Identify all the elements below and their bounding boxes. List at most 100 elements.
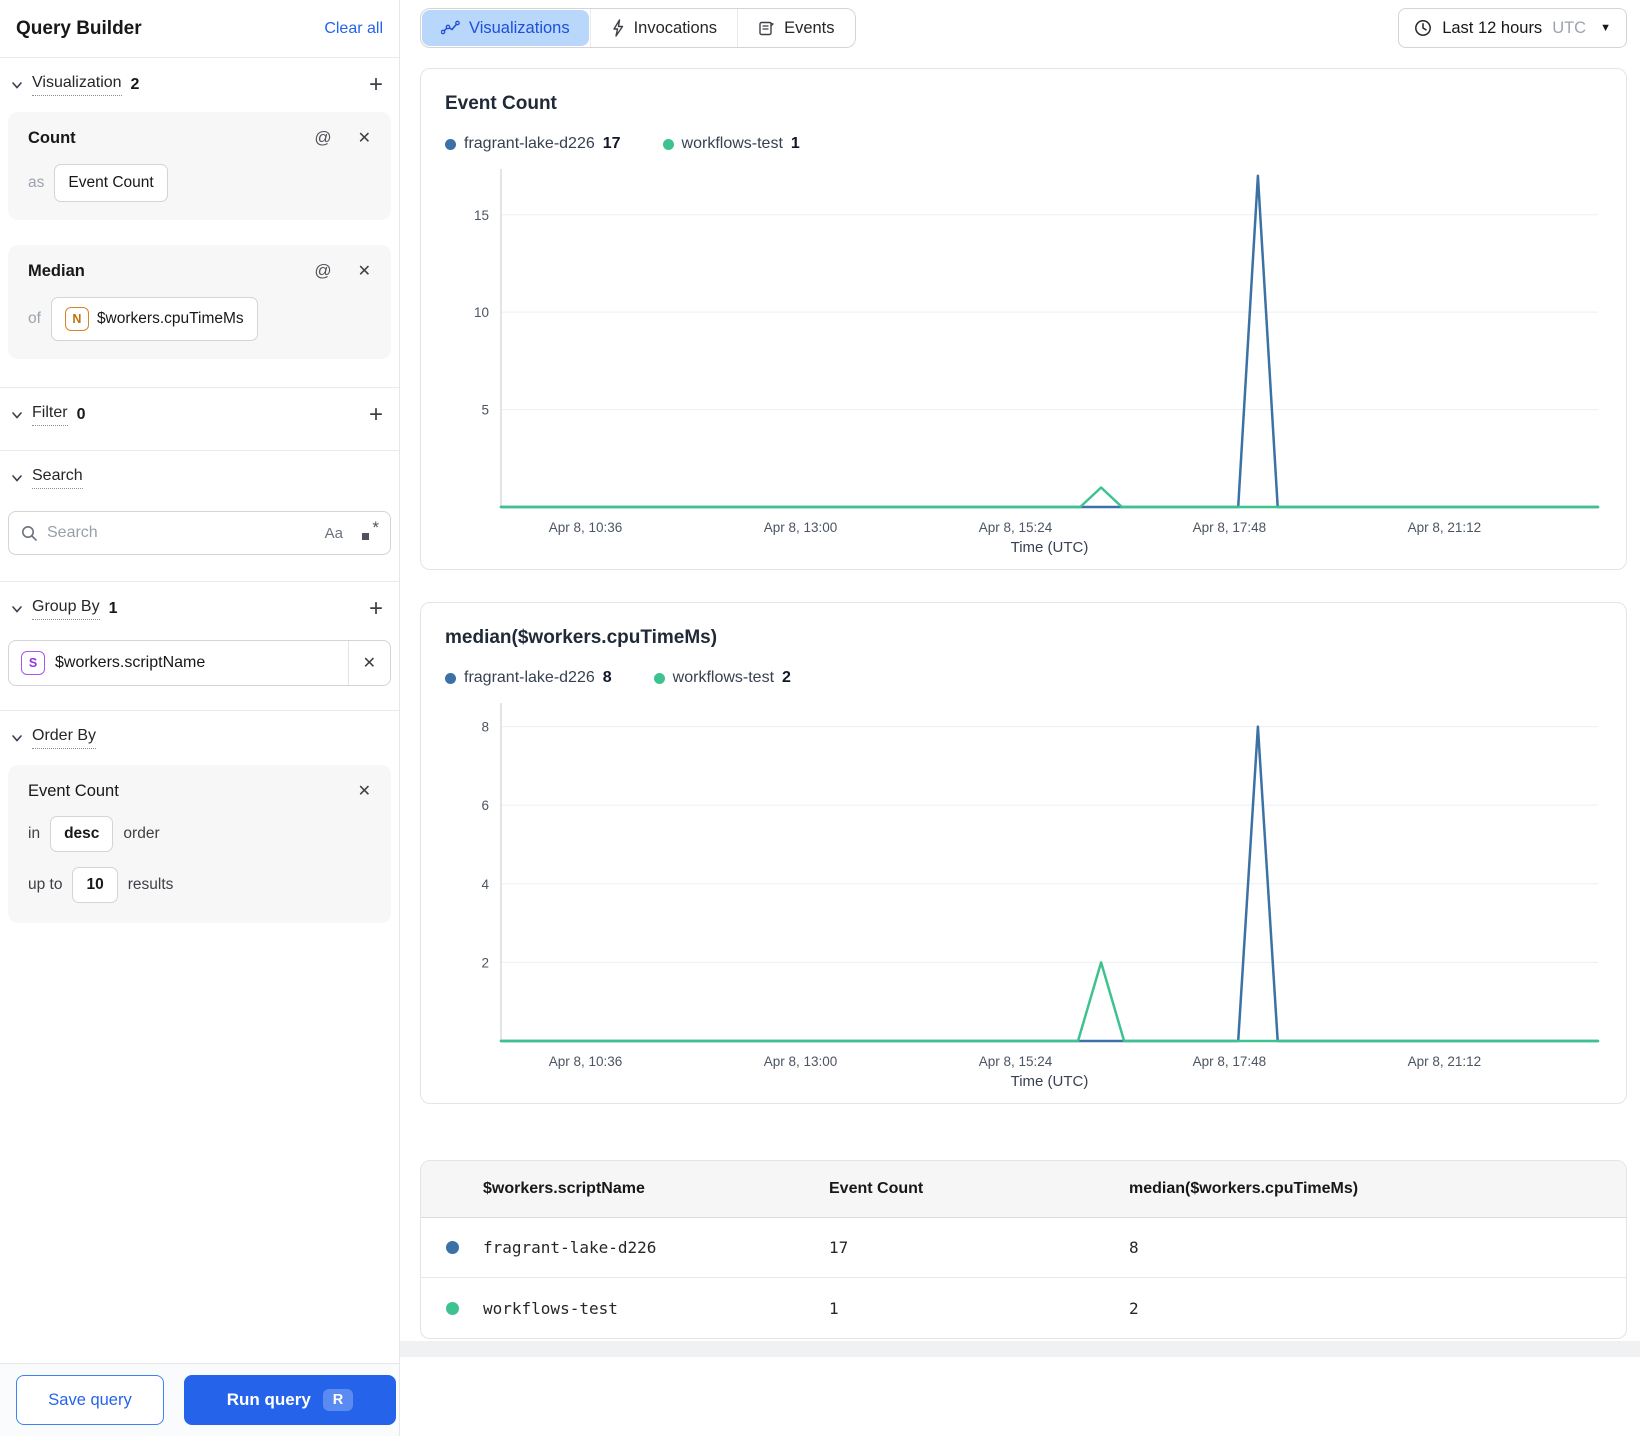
legend-series-value: 2 — [782, 669, 791, 686]
svg-text:Apr 8, 13:00: Apr 8, 13:00 — [764, 520, 838, 535]
order-direction-select[interactable]: desc — [50, 816, 114, 852]
add-filter-button[interactable]: + — [369, 403, 383, 427]
add-group-by-button[interactable]: + — [369, 597, 383, 621]
at-icon[interactable]: @ — [314, 261, 331, 281]
limit-input[interactable]: 10 — [72, 867, 118, 903]
of-label: of — [28, 310, 41, 327]
svg-text:Apr 8, 17:48: Apr 8, 17:48 — [1193, 1054, 1267, 1069]
page-title: Query Builder — [16, 17, 142, 39]
group-by-field[interactable]: S $workers.scriptName ✕ — [8, 640, 391, 686]
svg-text:Apr 8, 21:12: Apr 8, 21:12 — [1408, 1054, 1482, 1069]
visualization-label: Visualization — [32, 74, 122, 96]
section-group-by: Group By 1 + — [0, 582, 399, 630]
legend-series-value: 8 — [602, 669, 612, 686]
order-by-field: Event Count — [28, 781, 119, 800]
median-field-selector[interactable]: N $workers.cpuTimeMs — [50, 297, 258, 341]
save-query-button[interactable]: Save query — [16, 1375, 164, 1425]
column-header: $workers.scriptName — [483, 1180, 645, 1197]
event-count-chart[interactable]: 5 10 15 Apr 8, 10:36 Apr 8, 13:00 Apr 8, 15:2… — [445, 159, 1602, 559]
remove-median-icon[interactable]: ✕ — [358, 261, 371, 281]
remove-count-icon[interactable]: ✕ — [358, 128, 371, 148]
string-type-icon: S — [21, 651, 45, 675]
series-dot — [445, 138, 456, 150]
script-name-cell: workflows-test — [483, 1298, 618, 1318]
chevron-down-icon[interactable] — [10, 408, 24, 422]
svg-text:2: 2 — [481, 955, 489, 970]
svg-text:5: 5 — [481, 403, 489, 418]
legend-item[interactable]: workflows-test 1 — [662, 135, 800, 153]
add-visualization-button[interactable]: + — [369, 73, 383, 97]
tab-invocations[interactable]: Invocations — [589, 9, 738, 47]
page-bottom-strip — [400, 1341, 1640, 1357]
table-row[interactable]: fragrant-lake-d226 17 8 — [421, 1218, 1626, 1278]
svg-text:Apr 8, 10:36: Apr 8, 10:36 — [549, 520, 623, 535]
query-builder-sidebar: Query Builder Clear all Visualization 2 … — [0, 0, 400, 1436]
event-count-chart-card: Event Count fragrant-lake-d226 17 workfl… — [420, 68, 1627, 570]
tab-invocations-label: Invocations — [633, 18, 718, 37]
svg-text:Apr 8, 17:48: Apr 8, 17:48 — [1193, 520, 1267, 535]
match-case-icon[interactable]: Aa — [325, 525, 343, 542]
event-count-cell: 1 — [829, 1298, 839, 1318]
tab-visualizations[interactable]: Visualizations — [422, 10, 589, 46]
upto-label: up to — [28, 876, 63, 893]
chevron-down-icon[interactable] — [10, 78, 24, 92]
svg-text:Apr 8, 15:24: Apr 8, 15:24 — [979, 1054, 1053, 1069]
search-label: Search — [32, 467, 83, 489]
section-filter: Filter 0 + — [0, 388, 399, 436]
remove-order-by-icon[interactable]: ✕ — [358, 781, 371, 801]
sidebar-header: Query Builder Clear all — [0, 0, 399, 58]
count-alias-field[interactable]: Event Count — [54, 164, 168, 202]
group-by-field-value: $workers.scriptName — [55, 654, 206, 671]
run-query-label: Run query — [226, 1390, 311, 1409]
tab-events[interactable]: Events — [737, 9, 855, 47]
series-dot — [445, 672, 456, 684]
script-name-cell: fragrant-lake-d226 — [483, 1238, 657, 1257]
section-visualization: Visualization 2 + — [0, 58, 399, 106]
legend-item[interactable]: workflows-test 2 — [653, 669, 791, 687]
legend-item[interactable]: fragrant-lake-d226 8 — [445, 669, 612, 687]
chevron-down-icon[interactable] — [10, 471, 24, 485]
clear-all-link[interactable]: Clear all — [324, 20, 383, 38]
median-field-value: $workers.cpuTimeMs — [96, 310, 244, 327]
chart-title: Event Count — [445, 93, 557, 114]
remove-group-by-icon[interactable]: ✕ — [363, 653, 376, 673]
sidebar-actions: Save query Run query R — [0, 1363, 399, 1436]
legend-series-value: 1 — [790, 135, 800, 152]
time-range-dropdown[interactable]: Last 12 hours UTC ▼ — [1398, 8, 1627, 48]
regex-icon[interactable]: * — [362, 518, 379, 541]
chevron-down-icon[interactable] — [10, 602, 24, 616]
line-chart-icon — [441, 20, 460, 35]
median-chart-card: median($workers.cpuTimeMs) fragrant-lake… — [420, 602, 1627, 1104]
in-label: in — [28, 825, 41, 842]
legend-item[interactable]: fragrant-lake-d226 17 — [445, 135, 621, 153]
svg-text:Apr 8, 15:24: Apr 8, 15:24 — [979, 520, 1053, 535]
median-visualization-card: Median @ ✕ of N $workers.cpuTimeMs — [8, 245, 391, 359]
clock-icon — [1415, 20, 1432, 36]
group-by-count: 1 — [108, 600, 118, 617]
results-table: $workers.scriptName Event Count median($… — [420, 1160, 1627, 1339]
chevron-down-icon[interactable] — [10, 731, 24, 745]
at-icon[interactable]: @ — [314, 128, 331, 148]
app-root: Query Builder Clear all Visualization 2 … — [0, 0, 1640, 1436]
caret-down-icon: ▼ — [1600, 22, 1611, 34]
series-dot — [445, 1301, 459, 1315]
events-icon — [759, 21, 775, 35]
series-dot — [662, 138, 674, 150]
run-query-button[interactable]: Run query R — [184, 1375, 396, 1425]
median-chart[interactable]: 2 4 6 8 Apr 8, 10:36 Apr 8, 13:00 Apr 8, 15:24… — [445, 693, 1602, 1093]
run-shortcut-badge: R — [322, 1389, 354, 1411]
series-dot — [445, 1241, 459, 1254]
median-cell: 2 — [1129, 1298, 1139, 1318]
chart-legend: fragrant-lake-d226 17 workflows-test 1 — [445, 135, 1602, 153]
svg-text:8: 8 — [481, 720, 489, 735]
tab-events-label: Events — [784, 18, 835, 37]
legend-series-name: workflows-test — [672, 669, 775, 686]
svg-text:Apr 8, 10:36: Apr 8, 10:36 — [549, 1054, 623, 1069]
svg-text:Apr 8, 21:12: Apr 8, 21:12 — [1408, 520, 1482, 535]
search-input[interactable] — [47, 524, 316, 542]
svg-text:4: 4 — [481, 877, 489, 892]
order-by-label: Order By — [32, 727, 97, 749]
legend-series-value: 17 — [602, 135, 621, 152]
view-tabs: Visualizations Invocations Events — [420, 8, 856, 48]
table-row[interactable]: workflows-test 1 2 — [421, 1278, 1626, 1338]
